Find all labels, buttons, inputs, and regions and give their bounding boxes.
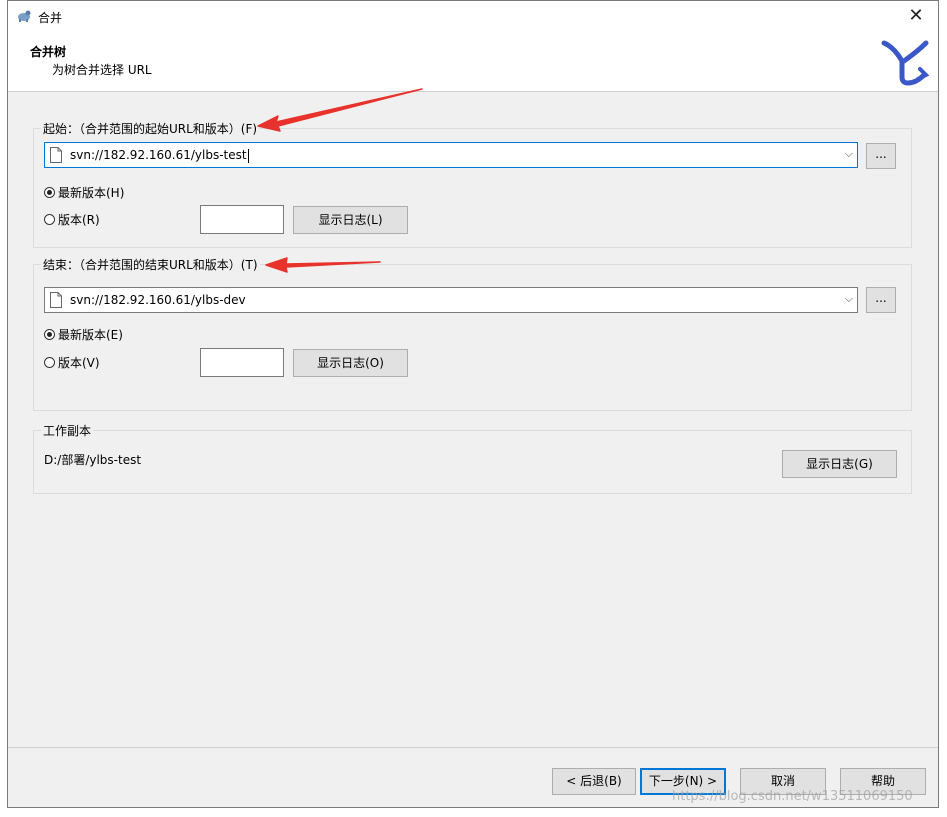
tortoisesvn-app-icon xyxy=(18,10,31,22)
back-button[interactable]: < 后退(B) xyxy=(552,768,636,795)
page-subtitle: 为树合并选择 URL xyxy=(52,63,152,77)
working-copy-show-log-button[interactable]: 显示日志(G) xyxy=(782,450,897,478)
from-head-radio[interactable]: 最新版本(H) xyxy=(44,185,124,201)
chevron-down-icon[interactable]: ⌵ xyxy=(845,292,853,306)
from-rev-radio[interactable]: 版本(R) xyxy=(44,212,100,228)
to-show-log-button[interactable]: 显示日志(O) xyxy=(293,349,408,377)
file-icon xyxy=(50,292,62,308)
file-icon xyxy=(50,147,62,163)
text-caret xyxy=(247,148,249,163)
working-copy-legend: 工作副本 xyxy=(41,422,94,439)
to-rev-radio[interactable]: 版本(V) xyxy=(44,355,100,371)
working-copy-path: D:/部署/ylbs-test xyxy=(44,453,142,467)
window-title: 合并 xyxy=(38,11,63,25)
radio-unchecked-icon[interactable] xyxy=(44,357,55,368)
wizard-header: 合并树 为树合并选择 URL xyxy=(8,31,938,92)
from-rev-label: 版本(R) xyxy=(58,213,100,227)
from-head-label: 最新版本(H) xyxy=(58,186,125,200)
from-group: 起始：（合并范围的起始URL和版本）(F) svn://182.92.160.6… xyxy=(33,120,912,248)
from-legend: 起始：（合并范围的起始URL和版本）(F) xyxy=(41,120,260,137)
page-title: 合并树 xyxy=(30,45,67,59)
to-revision-input[interactable] xyxy=(200,348,284,377)
from-revision-input[interactable] xyxy=(200,205,284,234)
merge-dialog: 合并 ✕ 合并树 为树合并选择 URL 起始：（合并范围的起始URL和版本）(F… xyxy=(7,0,939,808)
to-head-radio[interactable]: 最新版本(E) xyxy=(44,327,123,343)
footer-divider xyxy=(8,747,938,748)
radio-checked-icon[interactable] xyxy=(44,329,55,340)
chevron-down-icon[interactable]: ⌵ xyxy=(845,147,853,161)
from-browse-button[interactable]: ... xyxy=(866,143,896,169)
close-button[interactable]: ✕ xyxy=(894,1,938,31)
from-url-combo[interactable]: svn://182.92.160.61/ylbs-test ⌵ xyxy=(44,142,858,168)
title-bar: 合并 ✕ xyxy=(8,1,938,31)
to-head-label: 最新版本(E) xyxy=(58,328,123,342)
radio-checked-icon[interactable] xyxy=(44,187,55,198)
merge-logo-icon xyxy=(881,40,930,86)
from-url-text: svn://182.92.160.61/ylbs-test xyxy=(70,148,247,162)
to-group: 结束：（合并范围的结束URL和版本）(T) svn://182.92.160.6… xyxy=(33,256,912,411)
from-show-log-button[interactable]: 显示日志(L) xyxy=(293,206,408,234)
to-legend: 结束：（合并范围的结束URL和版本）(T) xyxy=(41,256,260,273)
watermark: https://blog.csdn.net/w13511069150 xyxy=(672,789,913,804)
to-browse-button[interactable]: ... xyxy=(866,287,896,313)
radio-unchecked-icon[interactable] xyxy=(44,214,55,225)
to-url-combo[interactable]: svn://182.92.160.61/ylbs-dev ⌵ xyxy=(44,287,858,313)
to-url-text: svn://182.92.160.61/ylbs-dev xyxy=(70,293,246,307)
to-rev-label: 版本(V) xyxy=(58,356,100,370)
working-copy-group: 工作副本 D:/部署/ylbs-test 显示日志(G) xyxy=(33,422,912,494)
